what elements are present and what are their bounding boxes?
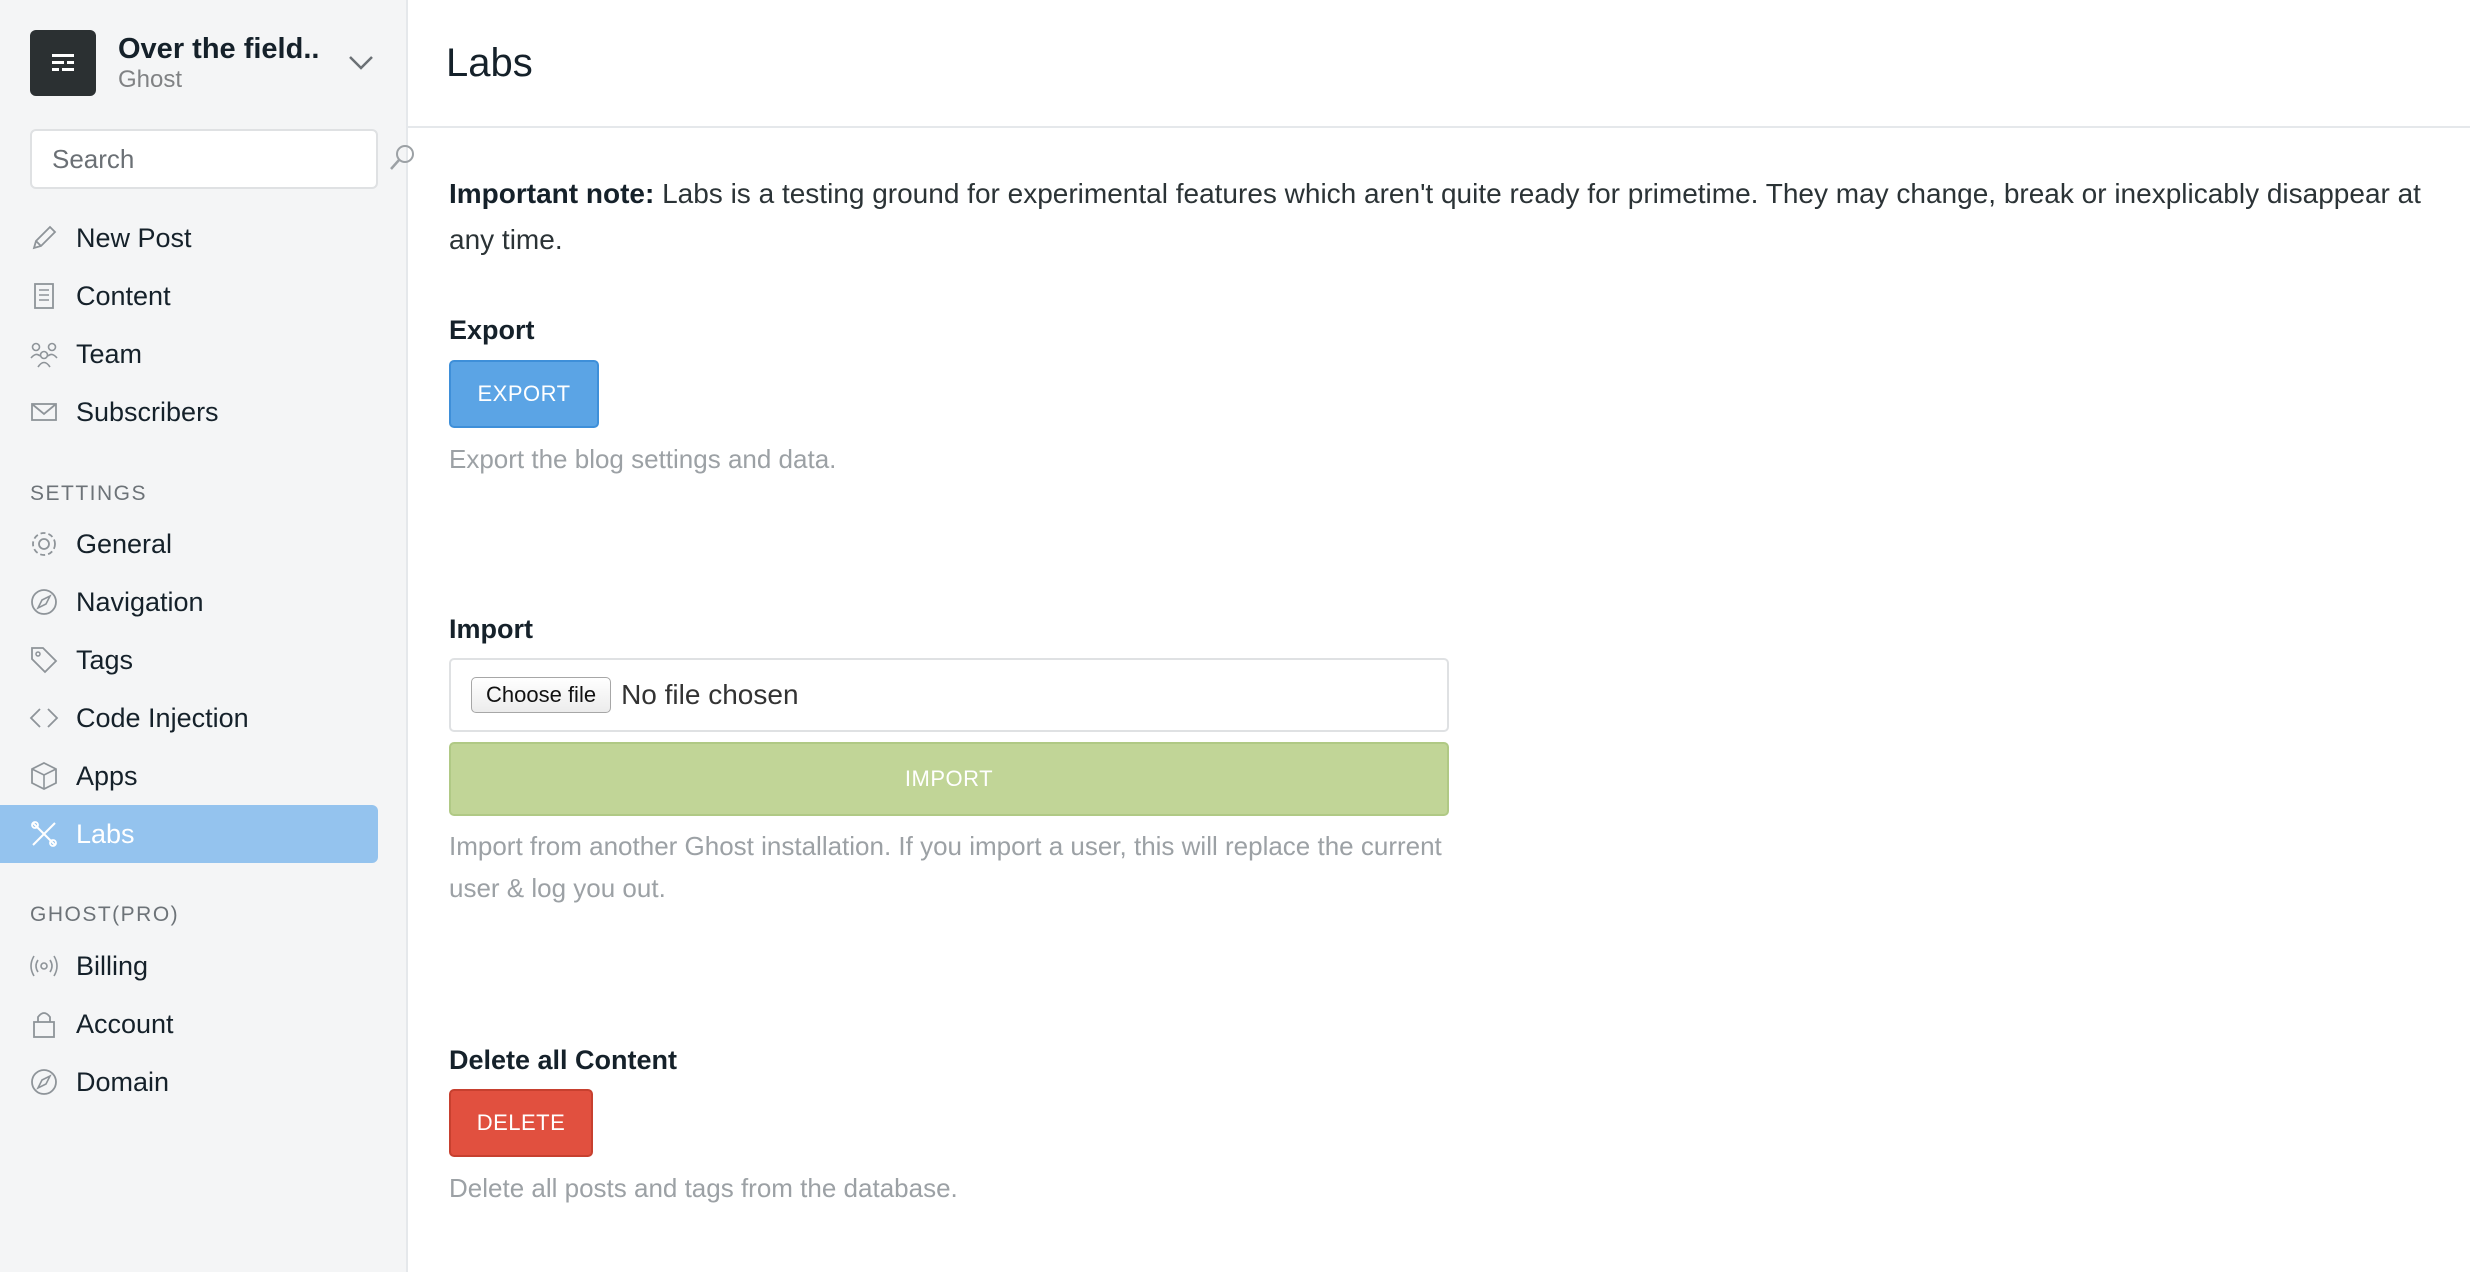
nav-label: Labs	[76, 818, 135, 849]
nav-label: Code Injection	[76, 702, 249, 733]
nav-label: Navigation	[76, 586, 204, 617]
nav-item-domain[interactable]: Domain	[0, 1053, 378, 1111]
nav-label: Tags	[76, 644, 134, 675]
nav-item-labs[interactable]: Labs	[0, 805, 378, 863]
delete-help: Delete all posts and tags from the datab…	[449, 1173, 958, 1203]
nav-label: Subscribers	[76, 396, 219, 427]
nav-item-billing[interactable]: Billing	[0, 937, 378, 995]
export-help: Export the blog settings and data.	[449, 444, 837, 474]
export-button[interactable]: EXPORT	[449, 360, 599, 428]
note-text: Labs is a testing ground for experimenta…	[449, 178, 2421, 255]
nav-item-code-injection[interactable]: Code Injection	[0, 689, 378, 747]
nav-label: Team	[76, 338, 143, 369]
delete-button[interactable]: DELETE	[449, 1089, 593, 1157]
nav-label: General	[76, 528, 173, 559]
nav-item-new-post[interactable]: New Post	[0, 209, 378, 267]
nav-item-account[interactable]: Account	[0, 995, 378, 1053]
team-icon	[28, 338, 60, 370]
search-box	[30, 129, 414, 189]
nav-item-subscribers[interactable]: Subscribers	[0, 383, 378, 441]
blog-logo-icon	[30, 30, 96, 96]
lock-icon	[28, 1008, 60, 1040]
blog-subtitle: Ghost	[118, 66, 183, 93]
content-icon	[28, 280, 60, 312]
blog-switcher[interactable]: Over the field.. Ghost	[30, 30, 376, 96]
gear-icon	[28, 528, 60, 560]
import-button[interactable]: IMPORT	[449, 742, 1449, 816]
tag-icon	[28, 644, 60, 676]
important-note: Important note: Labs is a testing ground…	[449, 171, 2449, 263]
compass-icon	[28, 1066, 60, 1098]
labs-icon	[28, 818, 60, 850]
choose-file-button[interactable]: Choose file	[471, 677, 612, 713]
broadcast-icon	[28, 950, 60, 982]
blog-title: Over the field..	[118, 33, 320, 65]
sidebar: Over the field.. Ghost New Post Conte	[0, 0, 414, 1272]
nav-label: New Post	[76, 222, 192, 253]
nav-label: Apps	[76, 760, 138, 791]
nav-item-tags[interactable]: Tags	[0, 631, 378, 689]
main-content: Labs Important note: Labs is a testing g…	[408, 0, 2470, 1272]
nav-item-apps[interactable]: Apps	[0, 747, 378, 805]
nav-label: Domain	[76, 1066, 170, 1097]
nav-label: Billing	[76, 950, 149, 981]
nav-item-team[interactable]: Team	[0, 325, 378, 383]
app: Over the field.. Ghost New Post Conte	[0, 0, 2470, 1272]
nav-label: Content	[76, 280, 171, 311]
nav-label: Account	[76, 1008, 174, 1039]
mail-icon	[28, 396, 60, 428]
page-title: Labs	[446, 40, 533, 85]
pencil-icon	[28, 222, 60, 254]
export-title: Export	[449, 315, 535, 345]
search-input[interactable]	[50, 142, 389, 176]
box-icon	[28, 760, 60, 792]
nav-item-content[interactable]: Content	[0, 267, 378, 325]
chevron-down-icon[interactable]	[346, 48, 376, 78]
note-heading: Important note:	[449, 178, 655, 209]
import-help: Import from another Ghost installation. …	[449, 831, 1442, 903]
file-status: No file chosen	[621, 679, 799, 710]
nav-item-navigation[interactable]: Navigation	[0, 573, 378, 631]
settings-section-label: SETTINGS	[30, 482, 148, 505]
ghost-pro-section-label: GHOST(PRO)	[30, 903, 180, 926]
code-icon	[28, 702, 60, 734]
delete-title: Delete all Content	[449, 1045, 678, 1075]
import-title: Import	[449, 614, 533, 644]
compass-icon	[28, 586, 60, 618]
page-header: Labs	[408, 0, 2470, 128]
file-input: Choose file No file chosen	[449, 658, 1449, 732]
nav-item-general[interactable]: General	[0, 515, 378, 573]
